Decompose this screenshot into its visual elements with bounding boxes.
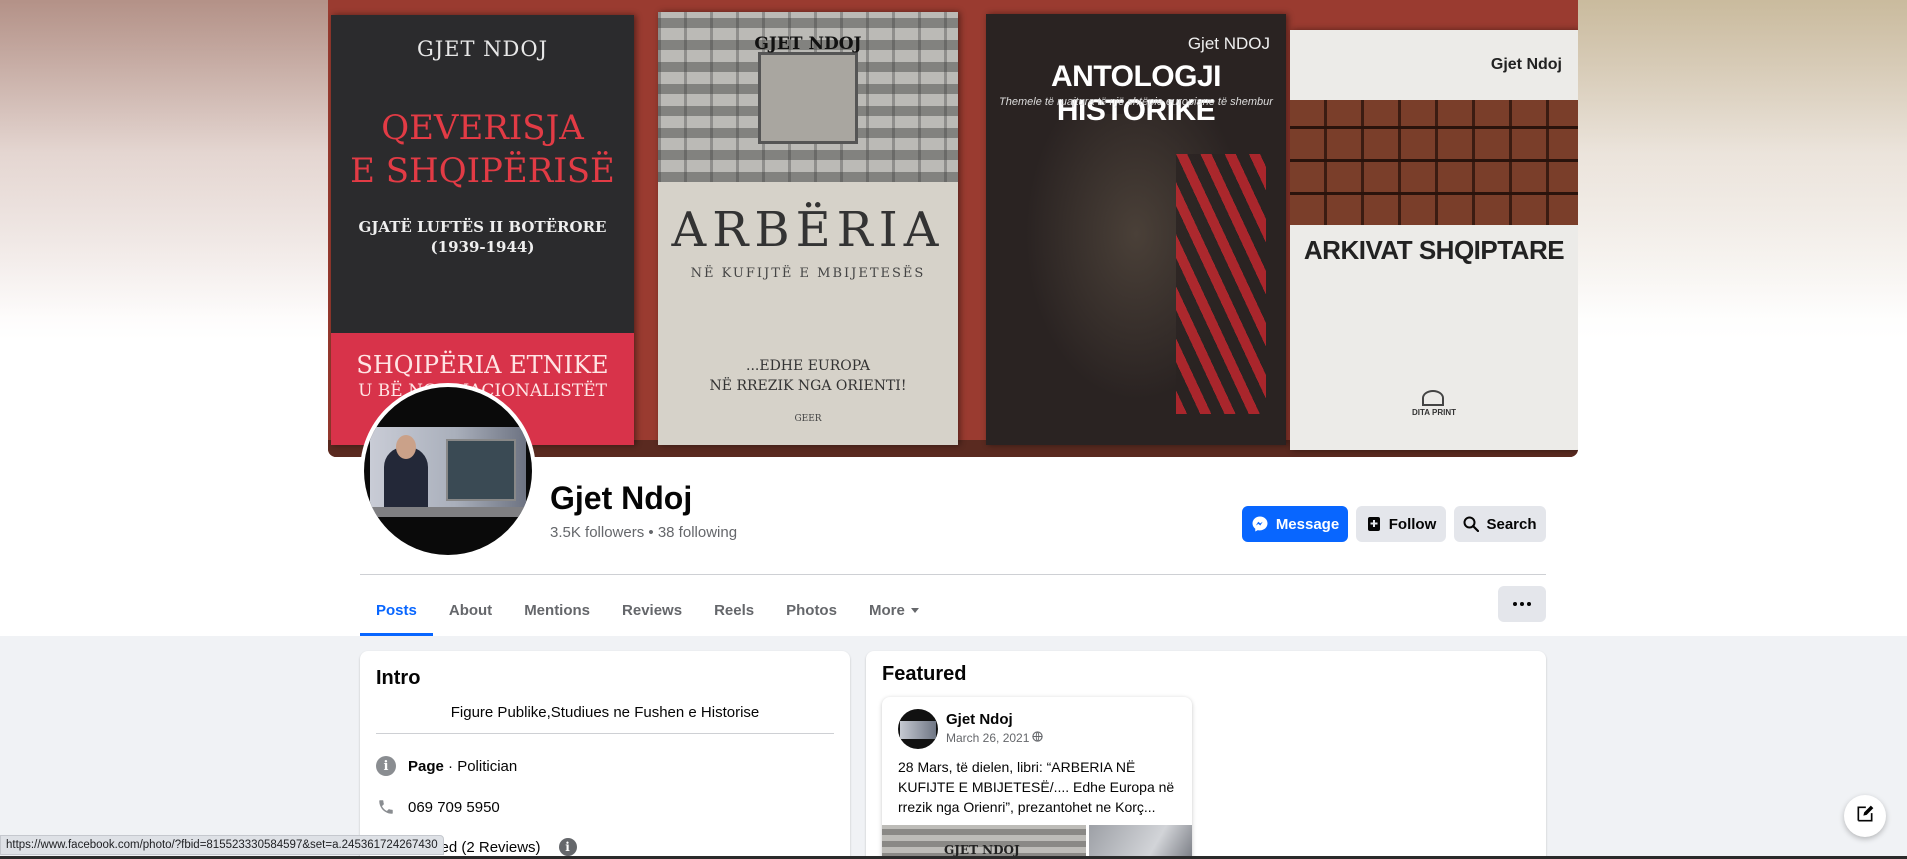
- book-drawer-art: [1290, 100, 1578, 225]
- book-band-text: SHQIPËRIA ETNIKE: [356, 351, 609, 379]
- backdrop-left: [0, 0, 330, 340]
- featured-card: Featured Gjet Ndoj March 26, 2021 28 Mar…: [866, 651, 1546, 859]
- book-author: GJET NDOJ: [754, 34, 862, 54]
- avatar-person-head: [396, 435, 416, 459]
- tab-posts[interactable]: Posts: [360, 584, 433, 636]
- globe-icon: [1032, 731, 1044, 745]
- book-arkivat: Gjet Ndoj ARKIVAT SHQIPTARE DITA PRINT: [1290, 30, 1578, 450]
- book-title: ARBËRIA: [671, 202, 945, 258]
- intro-page-text: Page · Politician: [408, 758, 517, 775]
- page-category: Politician: [457, 757, 518, 775]
- ellipsis-icon: [1513, 602, 1531, 606]
- intro-heading: Intro: [376, 667, 421, 689]
- page-stats: 3.5K followers • 38 following: [550, 524, 737, 541]
- book-author: GJET NDOJ: [416, 37, 549, 61]
- stats-separator: •: [648, 524, 654, 541]
- search-button-label: Search: [1486, 515, 1537, 533]
- post-date[interactable]: March 26, 2021: [946, 731, 1044, 745]
- tab-more-label: More: [868, 601, 905, 619]
- info-icon[interactable]: i: [558, 838, 577, 856]
- rating-text: ated (2 Reviews): [428, 838, 541, 856]
- intro-card: Intro Figure Publike,Studiues ne Fushen …: [360, 651, 850, 859]
- profile-tabs: Posts About Mentions Reviews Reels Photo…: [360, 584, 935, 636]
- publisher-logo-icon: [1422, 390, 1444, 406]
- tab-reels[interactable]: Reels: [698, 584, 770, 636]
- book-qeverisja: GJET NDOJ QEVERISJA E SHQIPËRISË GJATË L…: [331, 15, 634, 445]
- book-author: Gjet NDOJ: [1187, 34, 1270, 53]
- book-tagline-line: NË RREZIK NGA ORIENTI!: [709, 378, 907, 394]
- book-arberia: GJET NDOJ ARBËRIA NË KUFIJTË E MBIJETESË…: [658, 12, 958, 445]
- tab-photos[interactable]: Photos: [770, 584, 853, 636]
- tab-about[interactable]: About: [433, 584, 508, 636]
- post-image[interactable]: GJET NDOJ: [882, 825, 1086, 859]
- intro-divider: [376, 733, 834, 734]
- messenger-icon: [1251, 515, 1269, 533]
- avatar-lower-bar: [370, 507, 526, 517]
- tab-mentions[interactable]: Mentions: [508, 584, 606, 636]
- message-button-label: Message: [1275, 515, 1340, 533]
- book-title-line: QEVERISJA: [381, 108, 584, 148]
- book-title: ARKIVAT SHQIPTARE: [1303, 235, 1565, 265]
- tab-reviews[interactable]: Reviews: [606, 584, 698, 636]
- book-antologji: Gjet NDOJ ANTOLOGJI HISTORIKE Themele të…: [986, 14, 1286, 445]
- book-title-line: E SHQIPËRISË: [350, 151, 615, 191]
- follow-bookmark-icon: [1366, 516, 1382, 532]
- followers-link[interactable]: 3.5K followers: [550, 524, 644, 541]
- book-flag-art: [1176, 154, 1266, 414]
- book-publisher: DITA PRINT: [1412, 408, 1456, 417]
- book-emblem: [758, 52, 858, 144]
- avatar[interactable]: [898, 709, 938, 749]
- chevron-down-icon: [910, 607, 919, 613]
- post-image[interactable]: [1089, 825, 1192, 859]
- book-subtitle: NË KUFIJTË E MBIJETESËS: [690, 266, 926, 281]
- post-text: 28 Mars, të dielen, libri: “ARBERIA NË K…: [898, 759, 1175, 815]
- backdrop-right: [1577, 0, 1907, 340]
- phone-number[interactable]: 069 709 5950: [408, 799, 500, 816]
- post-image-caption: GJET NDOJ: [944, 843, 1020, 857]
- post-date-text: March 26, 2021: [946, 731, 1030, 745]
- more-options-button[interactable]: [1498, 586, 1546, 622]
- following-link[interactable]: 38 following: [658, 524, 737, 541]
- page-label: Page: [408, 757, 444, 775]
- compose-button[interactable]: [1844, 795, 1886, 837]
- intro-bio: Figure Publike,Studiues ne Fushen e Hist…: [450, 704, 760, 721]
- follow-button[interactable]: Follow: [1356, 506, 1446, 542]
- page-title: Gjet Ndoj: [550, 480, 693, 516]
- book-author: Gjet Ndoj: [1490, 56, 1562, 73]
- avatar-image: [364, 387, 532, 555]
- cover-photo[interactable]: GJET NDOJ QEVERISJA E SHQIPËRISË GJATË L…: [328, 0, 1578, 457]
- book-subtitle: Themele të ruajtura të një shtëpie europ…: [999, 96, 1273, 108]
- header-divider: [360, 574, 1546, 575]
- avatar-monitor: [446, 439, 516, 501]
- book-title: ANTOLOGJI HISTORIKE: [1051, 60, 1221, 127]
- book-tagline: ...EDHE EUROPA NË RREZIK NGA ORIENTI!: [658, 356, 958, 396]
- book-subtitle: GJATË LUFTËS II BOTËRORE (1939-1944): [331, 217, 634, 257]
- phone-icon: [376, 797, 396, 817]
- book-publisher: GEER: [794, 414, 822, 424]
- featured-post[interactable]: Gjet Ndoj March 26, 2021 28 Mars, të die…: [882, 697, 1192, 859]
- search-button[interactable]: Search: [1454, 506, 1546, 542]
- message-button[interactable]: Message: [1242, 506, 1348, 542]
- status-bar-url: https://www.facebook.com/photo/?fbid=815…: [0, 835, 444, 855]
- info-icon: i: [376, 756, 396, 776]
- featured-heading: Featured: [882, 663, 967, 685]
- book-subtitle-line: GJATË LUFTËS II BOTËRORE: [358, 218, 607, 236]
- search-icon: [1463, 516, 1480, 532]
- book-tagline-line: ...EDHE EUROPA: [746, 358, 870, 374]
- compose-icon: [1855, 804, 1875, 829]
- intro-page-category: i Page · Politician: [376, 756, 517, 776]
- book-subtitle-line: (1939-1944): [430, 238, 535, 256]
- follow-button-label: Follow: [1388, 515, 1437, 533]
- profile-avatar[interactable]: [360, 383, 536, 559]
- intro-phone: 069 709 5950: [376, 797, 500, 817]
- book-title: QEVERISJA E SHQIPËRISË: [331, 107, 634, 193]
- post-author[interactable]: Gjet Ndoj: [946, 711, 1013, 728]
- page-label-separator: ·: [443, 757, 458, 775]
- tab-more[interactable]: More: [853, 584, 935, 636]
